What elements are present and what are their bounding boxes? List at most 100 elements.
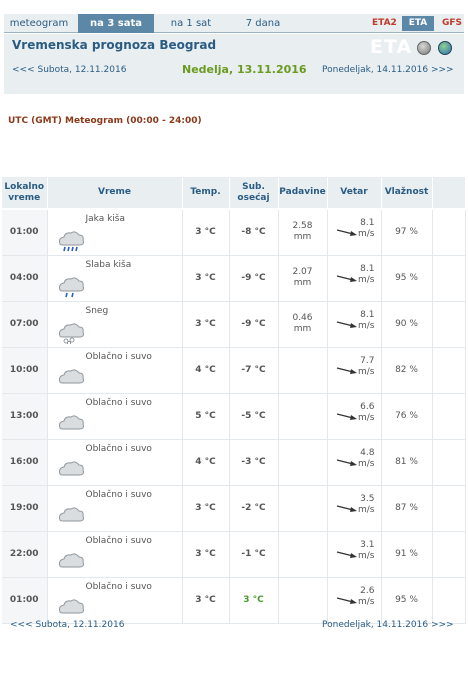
- wind-speed-value: 3.1: [360, 539, 375, 550]
- wind-speed-value: 3.5: [360, 493, 375, 504]
- precipitation-value: 2.58: [292, 221, 313, 232]
- cloud-icon: [55, 454, 85, 482]
- weather-description: Sneg: [85, 305, 109, 316]
- footer-next-day-link[interactable]: Ponedeljak, 14.11.2016 >>>: [322, 620, 454, 630]
- precipitation-cell: 2.07 mm: [278, 255, 328, 302]
- empty-cell: [432, 209, 466, 256]
- feels-like-cell: 3 °C: [229, 577, 279, 624]
- light-rain-icon: [55, 270, 85, 298]
- utc-meteogram-label: UTC (GMT) Meteogram (00:00 - 24:00): [8, 116, 202, 126]
- weather-cell: Oblačno i suvo: [47, 531, 183, 578]
- column-header-time: Lokalno vreme: [2, 177, 48, 210]
- weather-description: Oblačno i suvo: [85, 581, 152, 592]
- forecast-header: Vremenska prognoza Beograd ETA <<< Subot…: [4, 34, 464, 126]
- next-day-link[interactable]: Ponedeljak, 14.11.2016 >>>: [322, 65, 454, 75]
- precipitation-value: 0.46: [292, 313, 313, 323]
- tab-meteogram[interactable]: meteogram: [4, 14, 74, 33]
- table-row: 07:00 Sneg 3 °C -9 °C 0.46 mm 8.1 m/s 90 %: [2, 301, 466, 348]
- wind-speed-unit: m/s: [358, 274, 375, 285]
- wind-speed-value: 8.1: [360, 309, 375, 320]
- feels-like-cell: -5 °C: [229, 393, 279, 440]
- table-row: 01:00 Jaka kiša 3 °C -8 °C 2.58 mm 8.1 m/s 97 %: [2, 209, 466, 256]
- footer-previous-day-link[interactable]: <<< Subota, 12.11.2016: [10, 620, 124, 630]
- wind-speed-unit: m/s: [358, 320, 375, 331]
- humidity-cell: 97 %: [381, 209, 433, 256]
- back-icon[interactable]: [417, 41, 431, 55]
- forecast-tab-bar: meteogram na 3 sata na 1 sat 7 dana ETA2…: [4, 14, 464, 33]
- empty-cell: [432, 531, 466, 578]
- tab-1-hour[interactable]: na 1 sat: [158, 14, 224, 33]
- humidity-cell: 90 %: [381, 301, 433, 348]
- precipitation-cell: [278, 531, 328, 578]
- precipitation-cell: [278, 485, 328, 532]
- precipitation-value: 2.07: [292, 267, 313, 277]
- column-header-precipitation: Padavine: [278, 177, 328, 210]
- weather-description: Oblačno i suvo: [85, 535, 152, 546]
- feels-like-cell: -2 °C: [229, 485, 279, 532]
- humidity-cell: 95 %: [381, 577, 433, 624]
- globe-icon[interactable]: [438, 41, 452, 55]
- wind-speed-unit: m/s: [358, 412, 375, 423]
- column-header-feels-like: Sub. osećaj: [229, 177, 279, 210]
- humidity-cell: 81 %: [381, 439, 433, 486]
- time-cell: 04:00: [2, 255, 48, 302]
- wind-speed-value: 8.1: [360, 263, 375, 274]
- precipitation-cell: [278, 393, 328, 440]
- time-cell: 07:00: [2, 301, 48, 348]
- wind-speed-unit: m/s: [358, 550, 375, 561]
- tab-7-days[interactable]: 7 dana: [230, 14, 296, 33]
- table-row: 22:00 Oblačno i suvo 3 °C -1 °C 3.1 m/s 91 %: [2, 531, 466, 578]
- table-row: 19:00 Oblačno i suvo 3 °C -2 °C 3.5 m/s 87 %: [2, 485, 466, 532]
- precipitation-cell: 2.58 mm: [278, 209, 328, 256]
- model-eta-button[interactable]: ETA: [402, 16, 434, 31]
- wind-cell: 3.5 m/s: [327, 485, 382, 532]
- humidity-cell: 95 %: [381, 255, 433, 302]
- table-row: 10:00 Oblačno i suvo 4 °C -7 °C 7.7 m/s 82 %: [2, 347, 466, 394]
- empty-cell: [432, 577, 466, 624]
- wind-speed-unit: m/s: [358, 229, 375, 239]
- wind-speed-value: 4.8: [360, 447, 375, 458]
- time-cell: 13:00: [2, 393, 48, 440]
- model-eta2-button[interactable]: ETA2: [368, 16, 398, 31]
- wind-speed-value: 2.6: [360, 585, 375, 596]
- empty-cell: [432, 393, 466, 440]
- humidity-cell: 87 %: [381, 485, 433, 532]
- feels-like-cell: -7 °C: [229, 347, 279, 394]
- wind-cell: 3.1 m/s: [327, 531, 382, 578]
- column-header-empty: [432, 177, 466, 210]
- wind-speed-value: 8.1: [360, 218, 375, 228]
- wind-cell: 7.7 m/s: [327, 347, 382, 394]
- wind-cell: 4.8 m/s: [327, 439, 382, 486]
- feels-like-cell: -8 °C: [229, 209, 279, 256]
- table-row: 16:00 Oblačno i suvo 4 °C -3 °C 4.8 m/s 81 %: [2, 439, 466, 486]
- table-row: 04:00 Slaba kiša 3 °C -9 °C 2.07 mm 8.1 m/s 95 %: [2, 255, 466, 302]
- cloud-icon: [55, 592, 85, 620]
- eta-logo: ETA: [370, 36, 413, 58]
- tab-3-hours[interactable]: na 3 sata: [78, 14, 154, 33]
- humidity-cell: 82 %: [381, 347, 433, 394]
- table-row: 13:00 Oblačno i suvo 5 °C -5 °C 6.6 m/s 76 %: [2, 393, 466, 440]
- wind-cell: 8.1 m/s: [327, 301, 382, 348]
- feels-like-cell: -9 °C: [229, 301, 279, 348]
- wind-speed-value: 7.7: [360, 355, 375, 366]
- wind-speed-unit: m/s: [358, 458, 375, 469]
- column-header-humidity: Vlažnost: [381, 177, 433, 210]
- previous-day-link[interactable]: <<< Subota, 12.11.2016: [12, 65, 126, 75]
- wind-speed-unit: m/s: [358, 366, 375, 377]
- precipitation-cell: [278, 439, 328, 486]
- wind-cell: 8.1 m/s: [327, 255, 382, 302]
- cloud-icon: [55, 546, 85, 574]
- cloud-icon: [55, 408, 85, 436]
- wind-speed-value: 6.6: [360, 401, 375, 412]
- weather-cell: Sneg: [47, 301, 183, 348]
- weather-cell: Oblačno i suvo: [47, 393, 183, 440]
- model-gfs-button[interactable]: GFS: [438, 16, 464, 31]
- weather-cell: Oblačno i suvo: [47, 347, 183, 394]
- weather-description: Oblačno i suvo: [85, 351, 152, 362]
- empty-cell: [432, 439, 466, 486]
- precipitation-unit: mm: [293, 324, 312, 334]
- temperature-cell: 4 °C: [182, 347, 230, 394]
- weather-cell: Oblačno i suvo: [47, 577, 183, 624]
- wind-cell: 8.1 m/s: [327, 209, 382, 256]
- precipitation-cell: 0.46 mm: [278, 301, 328, 348]
